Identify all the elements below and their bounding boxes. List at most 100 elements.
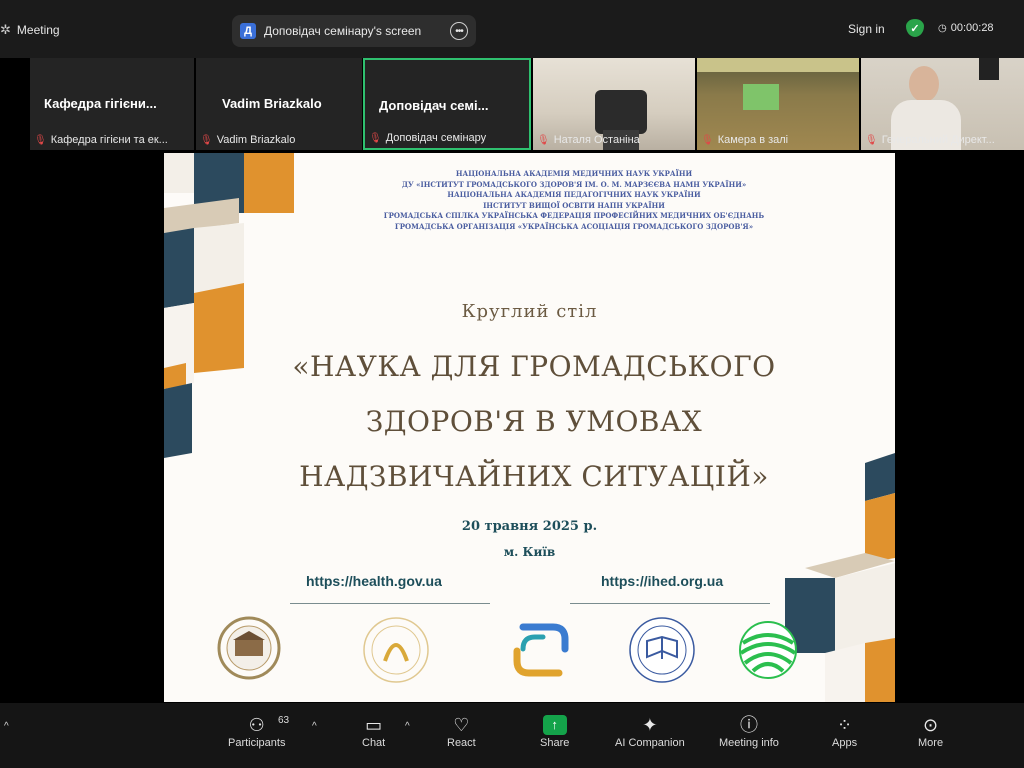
organizer-line: ГРОМАДСЬКА СПІЛКА УКРАЇНСЬКА ФЕДЕРАЦІЯ П…: [383, 211, 765, 220]
person-head-shape: [909, 66, 939, 102]
more-button[interactable]: ⊙ More: [918, 713, 943, 749]
participant-name: Доповідач семінару: [385, 132, 487, 144]
share-button[interactable]: ↑ Share: [540, 713, 569, 749]
public-health-association-logo: [739, 621, 797, 679]
participant-name: Наталя Останіна: [553, 134, 640, 146]
participant-tile-video[interactable]: 🎙 Генеральний Директ...: [861, 58, 1024, 150]
participant-name-label: 🎙 Vadim Briazkalo: [200, 134, 295, 146]
participant-tile-video[interactable]: 🎙 Камера в залі: [697, 58, 859, 150]
participants-caret-icon[interactable]: ^: [312, 721, 317, 732]
organizers-header: НАЦІОНАЛЬНА АКАДЕМІЯ МЕДИЧНИХ НАУК УКРАЇ…: [264, 169, 884, 232]
heart-icon: ♡: [453, 715, 470, 735]
mic-muted-icon: 🎙: [34, 134, 47, 146]
participant-strip: Кафедра гігієни... 🎙 Кафедра гігієни та …: [30, 58, 1024, 152]
mic-muted-icon: 🎙: [200, 134, 213, 146]
event-title-line: ЗДОРОВ'Я В УМОВАХ: [365, 405, 703, 438]
more-label: More: [918, 737, 944, 749]
chat-caret-icon[interactable]: ^: [405, 721, 410, 732]
event-title-line: «НАУКА ДЛЯ ГРОМАДСЬКОГО: [292, 350, 776, 383]
organizer-line: НАЦІОНАЛЬНА АКАДЕМІЯ МЕДИЧНИХ НАУК УКРАЇ…: [455, 169, 693, 178]
screen-share-indicator[interactable]: Д Доповідач семінару's screen •••: [232, 15, 476, 47]
app-title-text: Meeting: [16, 23, 60, 37]
room-ceiling-shape: [697, 58, 859, 72]
chat-button[interactable]: ▭ Chat: [362, 713, 385, 749]
more-dots-icon: ⊙: [922, 715, 939, 735]
event-type: Круглий стіл: [461, 301, 598, 322]
zoom-logo-icon: ✲: [0, 22, 11, 37]
participant-name-label: 🎙 Доповідач семінару: [369, 132, 486, 144]
share-arrow-icon: ↑: [542, 715, 567, 735]
event-title-line: НАДЗВИЧАЙНИХ СИТУАЦІЙ»: [299, 460, 769, 493]
info-icon: ⓘ: [739, 715, 758, 735]
emblem-shape: [979, 58, 999, 80]
audio-options-caret-icon[interactable]: ^: [4, 721, 9, 732]
mic-muted-icon: 🎙: [537, 134, 550, 146]
mic-muted-icon: 🎙: [865, 134, 878, 146]
participant-name: Генеральний Директ...: [881, 134, 995, 146]
participant-display-name: Кафедра гігієни...: [44, 96, 157, 111]
right-cube-decoration: [785, 453, 895, 702]
apps-label: Apps: [832, 737, 858, 749]
top-bar: ✲ Meeting Д Доповідач семінару's screen …: [0, 0, 1024, 58]
more-options-icon[interactable]: •••: [450, 22, 468, 40]
meeting-info-label: Meeting info: [719, 737, 779, 749]
participants-button[interactable]: ⚇ Participants: [228, 713, 285, 749]
event-city: м. Київ: [503, 545, 556, 559]
organizer-line: НАЦІОНАЛЬНА АКАДЕМІЯ ПЕДАГОГІЧНИХ НАУК У…: [447, 190, 701, 199]
office-chair-shape: [595, 90, 647, 134]
link-underline: [290, 603, 490, 604]
mic-muted-icon: 🎙: [701, 134, 714, 146]
organizer-line: ГРОМАДСЬКА ОРГАНІЗАЦІЯ «УКРАЇНСЬКА АСОЦІ…: [394, 221, 754, 231]
app-title: ✲ Meeting: [0, 22, 60, 38]
event-date: 20 травня 2025 р.: [461, 519, 598, 534]
encryption-shield-icon[interactable]: ✓: [906, 19, 924, 37]
participant-name-label: 🎙 Камера в залі: [701, 134, 788, 146]
screen-share-label: Доповідач семінару's screen: [264, 24, 422, 38]
share-label: Share: [540, 737, 570, 749]
organizer-line: ІНСТИТУТ ВИЩОЇ ОСВІТИ НАПН УКРАЇНИ: [483, 200, 665, 210]
participant-name-label: 🎙 Генеральний Директ...: [865, 134, 995, 146]
chat-label: Chat: [362, 737, 386, 749]
sign-in-link[interactable]: Sign in: [848, 22, 885, 36]
sharer-avatar: Д: [240, 23, 256, 39]
participant-name-label: 🎙 Наталя Останіна: [537, 134, 640, 146]
pedagogy-institute-logo: [629, 617, 695, 683]
academy-seal-logo: [217, 616, 281, 680]
event-title: «НАУКА ДЛЯ ГРОМАДСЬКОГО ЗДОРОВ'Я В УМОВА…: [284, 339, 784, 504]
ihed-link: https://ihed.org.ua: [601, 573, 724, 589]
participants-count: 63: [278, 715, 290, 726]
apps-button[interactable]: ⁘ Apps: [832, 713, 857, 749]
room-screen-shape: [743, 84, 779, 110]
participant-tile[interactable]: Кафедра гігієни... 🎙 Кафедра гігієни та …: [30, 58, 194, 150]
meeting-info-button[interactable]: ⓘ Meeting info: [719, 713, 779, 749]
chat-icon: ▭: [365, 715, 383, 735]
sparkle-icon: ✦: [642, 715, 658, 735]
organizer-line: ДУ «ІНСТИТУТ ГРОМАДСЬКОГО ЗДОРОВ'Я ІМ. О…: [401, 179, 747, 189]
participant-display-name: Vadim Briazkalo: [222, 96, 322, 111]
participants-icon: ⚇: [248, 715, 265, 735]
participants-label: Participants: [228, 737, 286, 749]
participant-name: Камера в залі: [717, 134, 789, 146]
timer-value: 00:00:28: [950, 22, 994, 34]
mic-muted-icon: 🎙: [369, 132, 382, 144]
apps-icon: ⁘: [836, 715, 853, 735]
clock-icon: ◷: [938, 22, 947, 34]
meeting-timer: ◷ 00:00:28: [938, 22, 994, 34]
participant-display-name: Доповідач семі...: [379, 98, 489, 113]
shared-screen-slide: НАЦІОНАЛЬНА АКАДЕМІЯ МЕДИЧНИХ НАУК УКРАЇ…: [164, 153, 895, 702]
participant-name-label: 🎙 Кафедра гігієни та ек...: [34, 134, 168, 146]
participant-tile-active-speaker[interactable]: Доповідач семі... 🎙 Доповідач семінару: [363, 58, 531, 150]
participant-tile[interactable]: Vadim Briazkalo 🎙 Vadim Briazkalo: [196, 58, 362, 150]
institute-round-logo: [363, 617, 429, 683]
participant-name: Vadim Briazkalo: [216, 134, 296, 146]
federation-knot-logo: [513, 623, 569, 677]
meeting-toolbar: ^ ⚇ Participants 63 ^ ▭ Chat ^ ♡ React ↑…: [0, 703, 1024, 768]
participant-name: Кафедра гігієни та ек...: [50, 134, 168, 146]
participant-tile-video[interactable]: 🎙 Наталя Останіна: [533, 58, 695, 150]
react-button[interactable]: ♡ React: [447, 713, 476, 749]
ai-companion-button[interactable]: ✦ AI Companion: [615, 713, 685, 749]
ai-companion-label: AI Companion: [615, 737, 685, 749]
link-underline: [570, 603, 770, 604]
health-gov-link: https://health.gov.ua: [306, 573, 442, 589]
react-label: React: [447, 737, 476, 749]
